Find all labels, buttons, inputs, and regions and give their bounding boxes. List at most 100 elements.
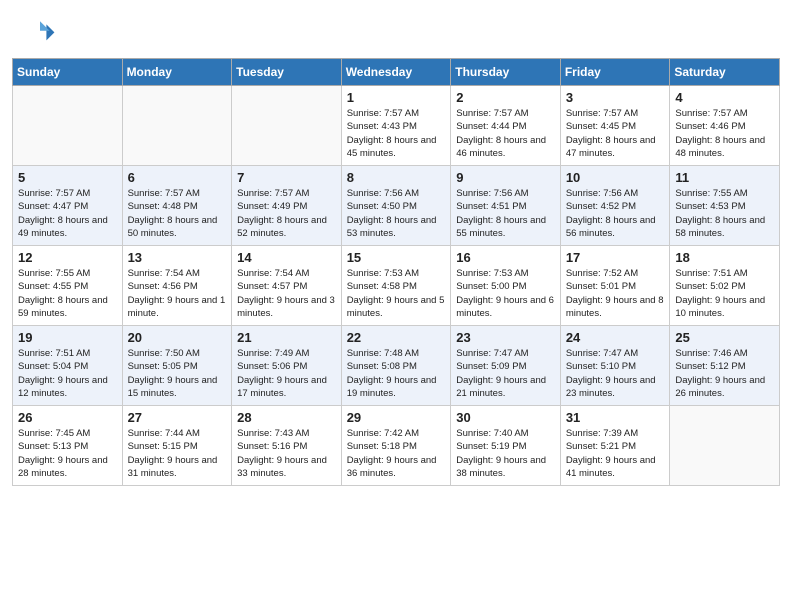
day-info: Sunrise: 7:57 AM Sunset: 4:47 PM Dayligh… (18, 187, 117, 240)
day-number: 4 (675, 90, 774, 105)
day-number: 26 (18, 410, 117, 425)
day-info: Sunrise: 7:47 AM Sunset: 5:09 PM Dayligh… (456, 347, 555, 400)
day-number: 29 (347, 410, 446, 425)
day-info: Sunrise: 7:54 AM Sunset: 4:57 PM Dayligh… (237, 267, 336, 320)
calendar-cell: 28 Sunrise: 7:43 AM Sunset: 5:16 PM Dayli… (232, 406, 342, 486)
calendar-cell (13, 86, 123, 166)
calendar-cell: 11Sunrise: 7:55 AM Sunset: 4:53 PM Dayli… (670, 166, 780, 246)
calendar-cell: 26 Sunrise: 7:45 AM Sunset: 5:13 PM Dayli… (13, 406, 123, 486)
day-number: 9 (456, 170, 555, 185)
calendar-cell: 24 Sunrise: 7:47 AM Sunset: 5:10 PM Dayli… (560, 326, 670, 406)
day-info: Sunrise: 7:56 AM Sunset: 4:52 PM Dayligh… (566, 187, 665, 240)
day-info: Sunrise: 7:46 AM Sunset: 5:12 PM Dayligh… (675, 347, 774, 400)
calendar-cell: 14Sunrise: 7:54 AM Sunset: 4:57 PM Dayli… (232, 246, 342, 326)
calendar-cell: 22 Sunrise: 7:48 AM Sunset: 5:08 PM Dayli… (341, 326, 451, 406)
calendar-cell (122, 86, 232, 166)
day-number: 22 (347, 330, 446, 345)
day-number: 13 (128, 250, 227, 265)
weekday-header-saturday: Saturday (670, 59, 780, 86)
day-number: 19 (18, 330, 117, 345)
page-header (0, 0, 792, 58)
day-info: Sunrise: 7:57 AM Sunset: 4:48 PM Dayligh… (128, 187, 227, 240)
calendar-cell: 13Sunrise: 7:54 AM Sunset: 4:56 PM Dayli… (122, 246, 232, 326)
day-info: Sunrise: 7:57 AM Sunset: 4:49 PM Dayligh… (237, 187, 336, 240)
day-info: Sunrise: 7:56 AM Sunset: 4:51 PM Dayligh… (456, 187, 555, 240)
calendar-cell: 20 Sunrise: 7:50 AM Sunset: 5:05 PM Dayli… (122, 326, 232, 406)
day-info: Sunrise: 7:53 AM Sunset: 4:58 PM Dayligh… (347, 267, 446, 320)
calendar-cell: 2 Sunrise: 7:57 AM Sunset: 4:44 PM Daylig… (451, 86, 561, 166)
day-info: Sunrise: 7:51 AM Sunset: 5:04 PM Dayligh… (18, 347, 117, 400)
calendar-cell: 19 Sunrise: 7:51 AM Sunset: 5:04 PM Dayli… (13, 326, 123, 406)
logo (24, 18, 60, 50)
calendar-cell: 10 Sunrise: 7:56 AM Sunset: 4:52 PM Dayli… (560, 166, 670, 246)
day-number: 18 (675, 250, 774, 265)
day-info: Sunrise: 7:52 AM Sunset: 5:01 PM Dayligh… (566, 267, 665, 320)
calendar-cell: 4 Sunrise: 7:57 AM Sunset: 4:46 PM Daylig… (670, 86, 780, 166)
day-number: 21 (237, 330, 336, 345)
day-info: Sunrise: 7:57 AM Sunset: 4:44 PM Dayligh… (456, 107, 555, 160)
calendar-cell: 3 Sunrise: 7:57 AM Sunset: 4:45 PM Daylig… (560, 86, 670, 166)
calendar-cell: 15 Sunrise: 7:53 AM Sunset: 4:58 PM Dayli… (341, 246, 451, 326)
day-info: Sunrise: 7:49 AM Sunset: 5:06 PM Dayligh… (237, 347, 336, 400)
day-number: 23 (456, 330, 555, 345)
calendar-cell (232, 86, 342, 166)
day-info: Sunrise: 7:53 AM Sunset: 5:00 PM Dayligh… (456, 267, 555, 320)
weekday-header-monday: Monday (122, 59, 232, 86)
day-info: Sunrise: 7:48 AM Sunset: 5:08 PM Dayligh… (347, 347, 446, 400)
day-info: Sunrise: 7:55 AM Sunset: 4:53 PM Dayligh… (675, 187, 774, 240)
day-number: 28 (237, 410, 336, 425)
day-number: 20 (128, 330, 227, 345)
calendar-cell: 27 Sunrise: 7:44 AM Sunset: 5:15 PM Dayli… (122, 406, 232, 486)
day-info: Sunrise: 7:57 AM Sunset: 4:45 PM Dayligh… (566, 107, 665, 160)
day-number: 16 (456, 250, 555, 265)
calendar-cell: 6 Sunrise: 7:57 AM Sunset: 4:48 PM Daylig… (122, 166, 232, 246)
weekday-header-thursday: Thursday (451, 59, 561, 86)
day-info: Sunrise: 7:42 AM Sunset: 5:18 PM Dayligh… (347, 427, 446, 480)
day-number: 15 (347, 250, 446, 265)
calendar-cell: 23 Sunrise: 7:47 AM Sunset: 5:09 PM Dayli… (451, 326, 561, 406)
calendar-cell: 7 Sunrise: 7:57 AM Sunset: 4:49 PM Daylig… (232, 166, 342, 246)
calendar-cell: 29 Sunrise: 7:42 AM Sunset: 5:18 PM Dayli… (341, 406, 451, 486)
weekday-header-tuesday: Tuesday (232, 59, 342, 86)
day-info: Sunrise: 7:51 AM Sunset: 5:02 PM Dayligh… (675, 267, 774, 320)
day-number: 31 (566, 410, 665, 425)
calendar-cell: 9 Sunrise: 7:56 AM Sunset: 4:51 PM Daylig… (451, 166, 561, 246)
weekday-header-sunday: Sunday (13, 59, 123, 86)
day-number: 30 (456, 410, 555, 425)
day-info: Sunrise: 7:47 AM Sunset: 5:10 PM Dayligh… (566, 347, 665, 400)
day-info: Sunrise: 7:44 AM Sunset: 5:15 PM Dayligh… (128, 427, 227, 480)
day-info: Sunrise: 7:50 AM Sunset: 5:05 PM Dayligh… (128, 347, 227, 400)
day-info: Sunrise: 7:45 AM Sunset: 5:13 PM Dayligh… (18, 427, 117, 480)
day-number: 8 (347, 170, 446, 185)
day-number: 3 (566, 90, 665, 105)
day-number: 12 (18, 250, 117, 265)
day-info: Sunrise: 7:55 AM Sunset: 4:55 PM Dayligh… (18, 267, 117, 320)
calendar-cell: 1 Sunrise: 7:57 AM Sunset: 4:43 PM Daylig… (341, 86, 451, 166)
day-info: Sunrise: 7:57 AM Sunset: 4:46 PM Dayligh… (675, 107, 774, 160)
day-number: 27 (128, 410, 227, 425)
day-number: 10 (566, 170, 665, 185)
day-number: 5 (18, 170, 117, 185)
day-number: 7 (237, 170, 336, 185)
calendar-cell: 17 Sunrise: 7:52 AM Sunset: 5:01 PM Dayli… (560, 246, 670, 326)
day-number: 24 (566, 330, 665, 345)
calendar-cell: 8Sunrise: 7:56 AM Sunset: 4:50 PM Daylig… (341, 166, 451, 246)
calendar-cell: 18 Sunrise: 7:51 AM Sunset: 5:02 PM Dayli… (670, 246, 780, 326)
day-info: Sunrise: 7:40 AM Sunset: 5:19 PM Dayligh… (456, 427, 555, 480)
weekday-header-friday: Friday (560, 59, 670, 86)
day-info: Sunrise: 7:57 AM Sunset: 4:43 PM Dayligh… (347, 107, 446, 160)
day-info: Sunrise: 7:43 AM Sunset: 5:16 PM Dayligh… (237, 427, 336, 480)
day-number: 1 (347, 90, 446, 105)
day-number: 17 (566, 250, 665, 265)
calendar-cell: 21 Sunrise: 7:49 AM Sunset: 5:06 PM Dayli… (232, 326, 342, 406)
day-number: 6 (128, 170, 227, 185)
weekday-header-wednesday: Wednesday (341, 59, 451, 86)
day-number: 2 (456, 90, 555, 105)
day-number: 25 (675, 330, 774, 345)
calendar-cell (670, 406, 780, 486)
day-info: Sunrise: 7:39 AM Sunset: 5:21 PM Dayligh… (566, 427, 665, 480)
calendar-cell: 25 Sunrise: 7:46 AM Sunset: 5:12 PM Dayli… (670, 326, 780, 406)
calendar-cell: 16 Sunrise: 7:53 AM Sunset: 5:00 PM Dayli… (451, 246, 561, 326)
logo-icon (24, 18, 56, 50)
calendar-table: SundayMondayTuesdayWednesdayThursdayFrid… (12, 58, 780, 486)
